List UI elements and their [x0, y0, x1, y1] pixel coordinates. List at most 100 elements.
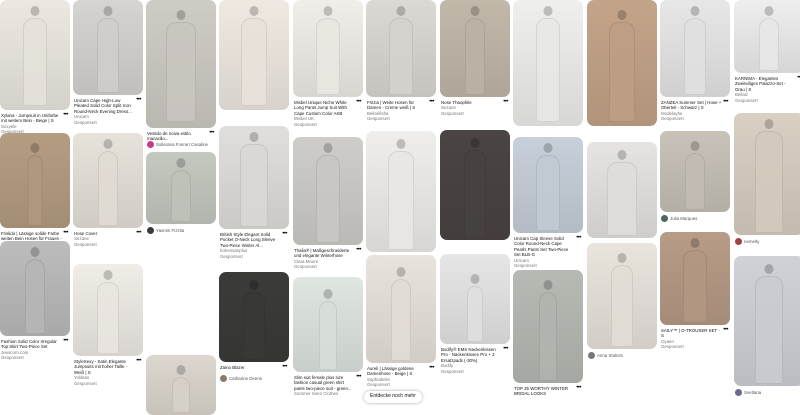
outfit-figure — [171, 170, 191, 222]
pin-image[interactable] — [513, 0, 583, 126]
outfit-figure — [166, 22, 196, 122]
pin-title[interactable]: TOP 25 WORTHY WINTER BRIDAL LOOKS — [514, 386, 582, 397]
figure-head — [176, 158, 186, 168]
pin-title[interactable]: Bodify® EMS Nackenkissen Pro - Nackenkis… — [441, 347, 509, 363]
pin-image[interactable] — [366, 255, 436, 363]
pin-user[interactable]: Svetlana — [735, 389, 761, 397]
pin-image[interactable] — [734, 0, 800, 73]
pin-title[interactable]: Aureli | Lässige goldene Damenhose - Bei… — [367, 366, 435, 377]
pin-title[interactable]: Thalia® | Maßgeschneiderte und elegante … — [294, 248, 362, 259]
more-options-icon[interactable]: ••• — [429, 99, 434, 105]
pin-image[interactable] — [146, 0, 216, 128]
figure-head — [30, 6, 40, 16]
pin-image[interactable] — [0, 133, 70, 228]
outfit-figure — [240, 144, 268, 227]
outfit-figure — [316, 155, 340, 243]
pin-image[interactable] — [73, 133, 143, 228]
pin-title[interactable]: Zaino Blazer — [220, 365, 288, 370]
more-options-icon[interactable]: ••• — [576, 235, 581, 241]
pin-image[interactable] — [660, 131, 730, 212]
figure-head — [103, 6, 113, 16]
pin-title[interactable]: Misbel Unique Niche White Long Pants Jum… — [294, 100, 362, 116]
more-options-icon[interactable]: ••• — [356, 374, 361, 380]
pin-title[interactable]: Unicam Cap Sleeve Solid Color Round-Neck… — [514, 236, 582, 258]
pin-meta: Misbel Unique Niche White Long Pants Jum… — [294, 99, 362, 127]
pin-title[interactable]: Xylana - Jumpsuit in Unifarbe mit weitem… — [1, 113, 69, 124]
outfit-figure — [319, 301, 337, 370]
pin-user[interactable]: Anna Stalnim — [588, 352, 623, 360]
more-options-icon[interactable]: ••• — [63, 230, 68, 236]
pin-image[interactable] — [366, 0, 436, 97]
outfit-figure — [685, 153, 705, 210]
pin-image[interactable] — [0, 0, 70, 110]
pin-image[interactable] — [587, 243, 657, 349]
pin-title[interactable]: ZANZEA Summer Set | Hose + Oberteil - Sc… — [661, 100, 729, 111]
more-options-icon[interactable]: ••• — [723, 327, 728, 333]
pin-image[interactable] — [440, 0, 510, 97]
more-options-icon[interactable]: ••• — [503, 99, 508, 105]
pin-image[interactable] — [219, 126, 289, 229]
pin-image[interactable] — [146, 355, 216, 415]
pin-image[interactable] — [293, 0, 363, 97]
pin-image[interactable] — [293, 277, 363, 372]
outfit-figure — [27, 155, 43, 226]
more-options-icon[interactable]: ••• — [282, 364, 287, 370]
more-ideas-button[interactable]: Entdecke noch mehr — [364, 391, 422, 403]
more-options-icon[interactable]: ••• — [63, 338, 68, 344]
pin-image[interactable] — [73, 264, 143, 356]
pin-advertiser[interactable]: Sommer Seen Clothes — [294, 391, 362, 396]
figure-head — [543, 143, 553, 153]
pin-user[interactable]: Julia Marques — [661, 215, 697, 223]
more-options-icon[interactable]: ••• — [503, 346, 508, 352]
pin-image[interactable] — [440, 254, 510, 344]
pin-image[interactable] — [293, 137, 363, 245]
pin-image[interactable] — [513, 137, 583, 233]
more-options-icon[interactable]: ••• — [576, 385, 581, 391]
more-options-icon[interactable]: ••• — [136, 230, 141, 236]
more-options-icon[interactable]: ••• — [209, 130, 214, 136]
pin-image[interactable] — [219, 0, 289, 110]
pin-title[interactable]: SAILY™ | O-TROUSER SET - S — [661, 328, 729, 339]
pin-meta: Unicam Cape High-Low Pleated Solid Color… — [74, 97, 142, 125]
more-options-icon[interactable]: ••• — [723, 99, 728, 105]
avatar — [147, 227, 154, 235]
pin-meta: ZANZEA Summer Set | Hose + Oberteil - Sc… — [661, 99, 729, 122]
pin-image[interactable] — [660, 0, 730, 97]
pin-image[interactable] — [734, 256, 800, 386]
more-options-icon[interactable]: ••• — [63, 112, 68, 118]
pin-title[interactable]: Fashion Solid Color Irregular Top Skirt … — [1, 339, 69, 350]
pin-image[interactable] — [0, 241, 70, 336]
pin-title[interactable]: Unicam Cape High-Low Pleated Solid Color… — [74, 98, 142, 114]
pin-user[interactable]: Sollerana Fonrari Casaline — [147, 141, 208, 149]
outfit-figure — [25, 259, 45, 334]
pin-image[interactable] — [660, 232, 730, 325]
pin-title[interactable]: KARNIMA - Elegantes Zweiteiliges Palazzo… — [735, 76, 800, 92]
more-options-icon[interactable]: ••• — [356, 247, 361, 253]
more-options-icon[interactable]: ••• — [282, 231, 287, 237]
pin-user[interactable]: Catharine Deene — [220, 375, 262, 383]
pin-image[interactable] — [513, 270, 583, 383]
pin-image[interactable] — [734, 113, 800, 235]
pin-image[interactable] — [587, 142, 657, 238]
pin-image[interactable] — [146, 152, 216, 224]
more-options-icon[interactable]: ••• — [136, 97, 141, 103]
more-options-icon[interactable]: ••• — [429, 365, 434, 371]
outfit-figure — [97, 18, 119, 93]
pin-title[interactable]: British Style Elegant Solid Pocket O-Nec… — [220, 232, 288, 248]
pin-meta: Hose Cover Sezane Gesponsert ••• — [74, 230, 142, 247]
pin-title[interactable]: Fritzia | Weite Hosen für Damen - Creme … — [367, 100, 435, 111]
pin-meta: Bodify® EMS Nackenkissen Pro - Nackenkis… — [441, 346, 509, 374]
figure-head — [249, 280, 259, 290]
pin-image[interactable] — [73, 0, 143, 95]
figure-head — [323, 289, 333, 299]
pin-image[interactable] — [440, 130, 510, 240]
more-options-icon[interactable]: ••• — [356, 99, 361, 105]
pin-title[interactable]: Slim suit female plus size fashion casua… — [294, 375, 362, 391]
pin-image[interactable] — [219, 272, 289, 362]
pin-image[interactable] — [587, 0, 657, 126]
pin-title[interactable]: StyleSexy - Satin Elegante Jumpsuits mit… — [74, 359, 142, 375]
pin-image[interactable] — [366, 131, 436, 252]
pin-user[interactable]: nemelty — [735, 238, 759, 246]
pin-user[interactable]: Yasmin Fizzita — [147, 227, 184, 235]
more-options-icon[interactable]: ••• — [136, 358, 141, 364]
